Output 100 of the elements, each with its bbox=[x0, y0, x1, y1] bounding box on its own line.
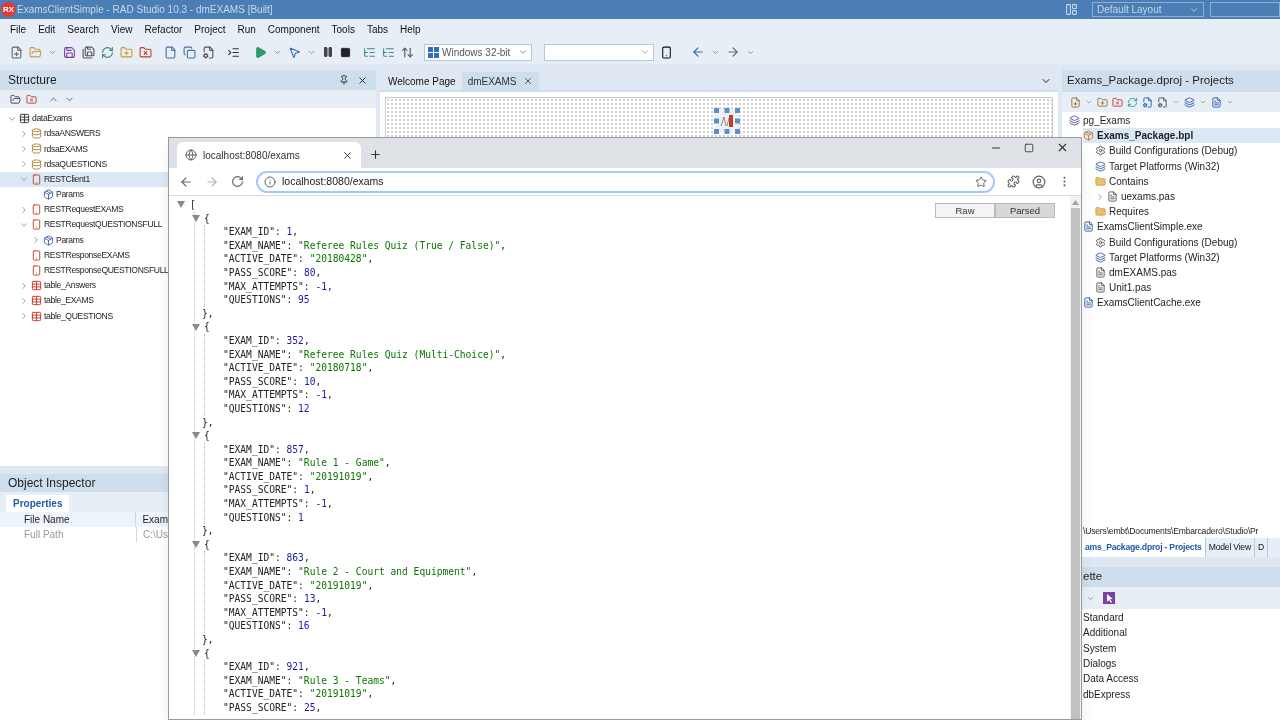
tree-item[interactable]: Build Configurations (Debug) bbox=[1083, 143, 1238, 159]
list-icon[interactable] bbox=[382, 45, 395, 59]
pause-icon[interactable] bbox=[322, 46, 334, 58]
folder-remove-icon[interactable] bbox=[1112, 96, 1123, 108]
tree-item[interactable]: RESTRequestEXAMS bbox=[0, 202, 168, 218]
view-toggle[interactable]: Parsed bbox=[995, 203, 1055, 218]
tree-item[interactable]: rdsaEXAMS bbox=[0, 141, 168, 157]
menu-item[interactable]: Edit bbox=[32, 22, 62, 37]
tree-item[interactable]: uexams.pas bbox=[1083, 188, 1175, 205]
tree-item[interactable]: rdsaANSWERS bbox=[0, 126, 168, 142]
menu-item[interactable]: Search bbox=[61, 22, 106, 37]
tree-item[interactable]: ExamsClientSimple.exe bbox=[1083, 219, 1203, 235]
new-file-icon[interactable] bbox=[10, 45, 23, 59]
close-icon[interactable] bbox=[522, 76, 533, 86]
component-icon[interactable] bbox=[714, 108, 740, 134]
menu-item[interactable]: Help bbox=[394, 22, 427, 37]
file-settings-icon[interactable] bbox=[1142, 96, 1153, 108]
tree-item[interactable]: table_EXAMS bbox=[0, 293, 168, 309]
menu-item[interactable]: File bbox=[4, 22, 33, 37]
pointer-icon[interactable] bbox=[288, 45, 301, 59]
folder-add-icon[interactable] bbox=[120, 45, 133, 59]
device-icon[interactable] bbox=[660, 45, 673, 59]
browser-tab[interactable]: localhost:8080/exams bbox=[177, 142, 361, 168]
file-settings-icon[interactable] bbox=[202, 45, 215, 59]
tree-item[interactable]: Params bbox=[0, 232, 168, 248]
tree-item[interactable]: Target Platforms (Win32) bbox=[1083, 158, 1220, 174]
layout-icon[interactable] bbox=[1065, 3, 1078, 16]
palette-category[interactable]: Additional bbox=[1083, 625, 1127, 641]
palette-category[interactable]: Data Access bbox=[1083, 671, 1139, 687]
close-icon[interactable] bbox=[1056, 141, 1069, 154]
menu-item[interactable]: Run bbox=[231, 22, 262, 37]
file-settings-icon[interactable] bbox=[1157, 96, 1168, 108]
save-icon[interactable] bbox=[63, 45, 76, 59]
list-icon[interactable] bbox=[363, 45, 376, 59]
menu-item[interactable]: Project bbox=[188, 22, 232, 37]
save-all-icon[interactable] bbox=[82, 45, 95, 59]
pin-icon[interactable] bbox=[339, 75, 349, 85]
forward-icon[interactable] bbox=[205, 174, 219, 189]
scroll-up-icon[interactable] bbox=[1072, 200, 1079, 205]
back-icon[interactable] bbox=[691, 45, 705, 59]
menu-item[interactable]: Tabs bbox=[360, 22, 394, 37]
address-bar[interactable]: localhost:8080/exams bbox=[256, 170, 995, 193]
menu-item[interactable]: Refactor bbox=[138, 22, 189, 37]
palette-category[interactable]: Dialogs bbox=[1083, 655, 1117, 672]
caret-icon[interactable] bbox=[1199, 98, 1207, 106]
collapse-icon[interactable] bbox=[192, 432, 200, 440]
back-icon[interactable] bbox=[179, 174, 193, 189]
indent-icon[interactable] bbox=[227, 45, 240, 59]
star-icon[interactable] bbox=[975, 175, 987, 188]
run-icon[interactable] bbox=[254, 45, 267, 59]
tree-item[interactable]: Exams_Package.bpl bbox=[1083, 128, 1280, 144]
refresh-icon[interactable] bbox=[101, 45, 114, 59]
forward-icon[interactable] bbox=[726, 45, 740, 59]
tree-item[interactable]: Params bbox=[0, 186, 168, 203]
windows-icon[interactable] bbox=[183, 45, 196, 59]
tree-item[interactable]: dataExams bbox=[0, 111, 168, 127]
new-tab-icon[interactable] bbox=[369, 148, 382, 161]
tree-item[interactable]: RESTRequestQUESTIONSFULL bbox=[0, 217, 168, 233]
tree-item[interactable]: Build Configurations (Debug) bbox=[1083, 234, 1238, 250]
extension-icon[interactable] bbox=[1007, 175, 1020, 188]
tree-item[interactable]: RESTResponseEXAMS bbox=[0, 247, 168, 263]
stack-icon[interactable] bbox=[1184, 96, 1195, 108]
platform-dropdown[interactable]: Windows 32-bit bbox=[424, 43, 532, 61]
editor-tab[interactable]: Welcome Page bbox=[382, 72, 462, 90]
tree-item[interactable]: table_QUESTIONS bbox=[0, 308, 168, 324]
folder-add-icon[interactable] bbox=[1097, 96, 1108, 108]
scrollbar[interactable] bbox=[1070, 196, 1081, 719]
tree-item[interactable]: pg_Exams bbox=[1069, 113, 1131, 129]
file-icon[interactable] bbox=[164, 45, 177, 59]
panel-tab[interactable]: ams_Package.dproj - Projects bbox=[1082, 538, 1206, 557]
folder-remove-icon[interactable] bbox=[139, 45, 152, 59]
reload-icon[interactable] bbox=[231, 175, 244, 188]
new-item-icon[interactable] bbox=[1070, 96, 1081, 108]
tree-item[interactable]: Target Platforms (Win32) bbox=[1083, 249, 1220, 265]
open-folder-icon[interactable] bbox=[10, 93, 21, 105]
menu-item[interactable]: Tools bbox=[325, 22, 361, 37]
caret-icon[interactable] bbox=[1172, 98, 1180, 106]
folder-remove-icon[interactable] bbox=[26, 93, 37, 105]
tree-item[interactable]: rdsaQUESTIONS bbox=[0, 156, 168, 172]
up-down-icon[interactable] bbox=[401, 45, 414, 59]
tree-item[interactable]: Contains bbox=[1083, 173, 1149, 189]
palette-category[interactable]: Standard bbox=[1083, 610, 1124, 626]
stop-icon[interactable] bbox=[340, 46, 351, 58]
collapse-icon[interactable] bbox=[192, 541, 200, 549]
sync-icon[interactable] bbox=[1127, 96, 1138, 108]
collapse-icon[interactable] bbox=[192, 323, 200, 331]
menu-item[interactable]: View bbox=[105, 22, 139, 37]
palette-category[interactable]: System bbox=[1083, 640, 1117, 656]
caret-icon[interactable] bbox=[1085, 98, 1093, 106]
palette-category[interactable]: dbExpress bbox=[1083, 686, 1131, 702]
open-folder-icon[interactable] bbox=[29, 45, 42, 59]
search-field[interactable] bbox=[1210, 2, 1280, 17]
expand-icon[interactable] bbox=[1095, 191, 1105, 202]
document-icon[interactable] bbox=[1211, 96, 1222, 108]
tree-item[interactable]: ExamsClientCache.exe bbox=[1083, 295, 1201, 311]
info-icon[interactable] bbox=[264, 175, 276, 188]
profile-icon[interactable] bbox=[1032, 174, 1046, 189]
close-icon[interactable] bbox=[342, 149, 353, 161]
collapse-icon[interactable] bbox=[192, 649, 200, 657]
tree-item[interactable]: table_Answers bbox=[0, 278, 168, 294]
